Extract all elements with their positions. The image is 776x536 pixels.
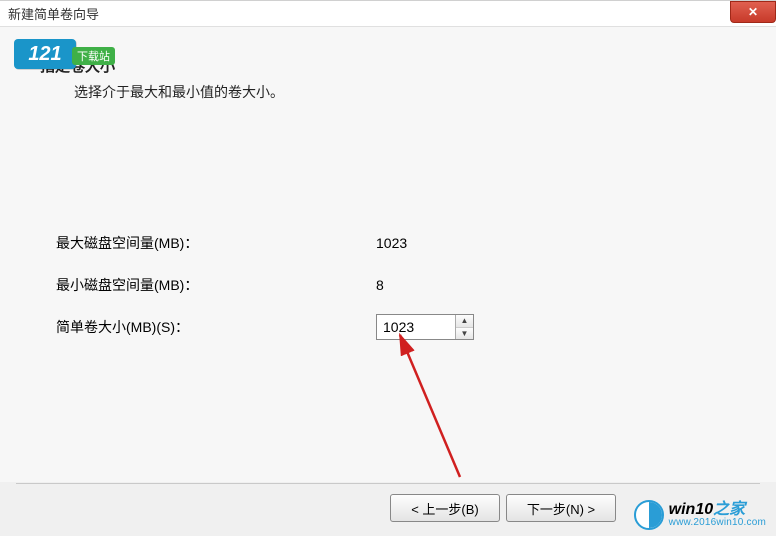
min-space-row: 最小磁盘空间量(MB)： 8	[56, 264, 746, 306]
window-title: 新建简单卷向导	[8, 4, 99, 23]
volume-size-spinner[interactable]	[376, 314, 474, 340]
site-badge: 121	[14, 39, 76, 69]
wizard-buttons: < 上一步(B) 下一步(N) >	[390, 494, 616, 522]
watermark-brand-main: win10	[669, 501, 713, 518]
page-subheading: 选择介于最大和最小值的卷大小。	[74, 82, 746, 102]
next-button[interactable]: 下一步(N) >	[506, 494, 616, 522]
title-bar: 新建简单卷向导	[0, 1, 776, 27]
annotation-arrow-icon	[320, 327, 480, 497]
max-space-row: 最大磁盘空间量(MB)： 1023	[56, 222, 746, 264]
back-button[interactable]: < 上一步(B)	[390, 494, 500, 522]
spinner-buttons	[455, 315, 473, 339]
max-space-label: 最大磁盘空间量(MB)：	[56, 233, 376, 253]
watermark-text: win10之家 www.2016win10.com	[669, 502, 766, 528]
spin-up-button[interactable]	[456, 315, 473, 328]
badge-number: 121	[28, 43, 61, 66]
min-space-value: 8	[376, 277, 384, 293]
site-badge-label: 下载站	[72, 47, 115, 65]
watermark-brand: win10之家	[669, 502, 766, 518]
max-space-value: 1023	[376, 235, 407, 251]
separator	[16, 483, 760, 484]
page-heading: 指定卷大小	[40, 55, 746, 76]
watermark-url: www.2016win10.com	[669, 518, 766, 528]
watermark-logo-icon	[634, 500, 664, 530]
volume-size-label: 简单卷大小(MB)(S)：	[56, 317, 376, 337]
close-button[interactable]	[730, 1, 776, 23]
form-area: 最大磁盘空间量(MB)： 1023 最小磁盘空间量(MB)： 8 简单卷大小(M…	[56, 222, 746, 348]
min-space-label: 最小磁盘空间量(MB)：	[56, 275, 376, 295]
volume-size-input[interactable]	[377, 315, 455, 339]
spin-down-button[interactable]	[456, 328, 473, 340]
wizard-content: 指定卷大小 选择介于最大和最小值的卷大小。 最大磁盘空间量(MB)： 1023 …	[0, 27, 776, 482]
volume-size-row: 简单卷大小(MB)(S)：	[56, 306, 746, 348]
watermark-brand-suffix: 之家	[713, 501, 745, 518]
heading-area: 指定卷大小 选择介于最大和最小值的卷大小。	[40, 55, 746, 102]
watermark: win10之家 www.2016win10.com	[634, 500, 766, 530]
wizard-window: 新建简单卷向导 121 下载站 指定卷大小 选择介于最大和最小值的卷大小。 最大…	[0, 0, 776, 536]
